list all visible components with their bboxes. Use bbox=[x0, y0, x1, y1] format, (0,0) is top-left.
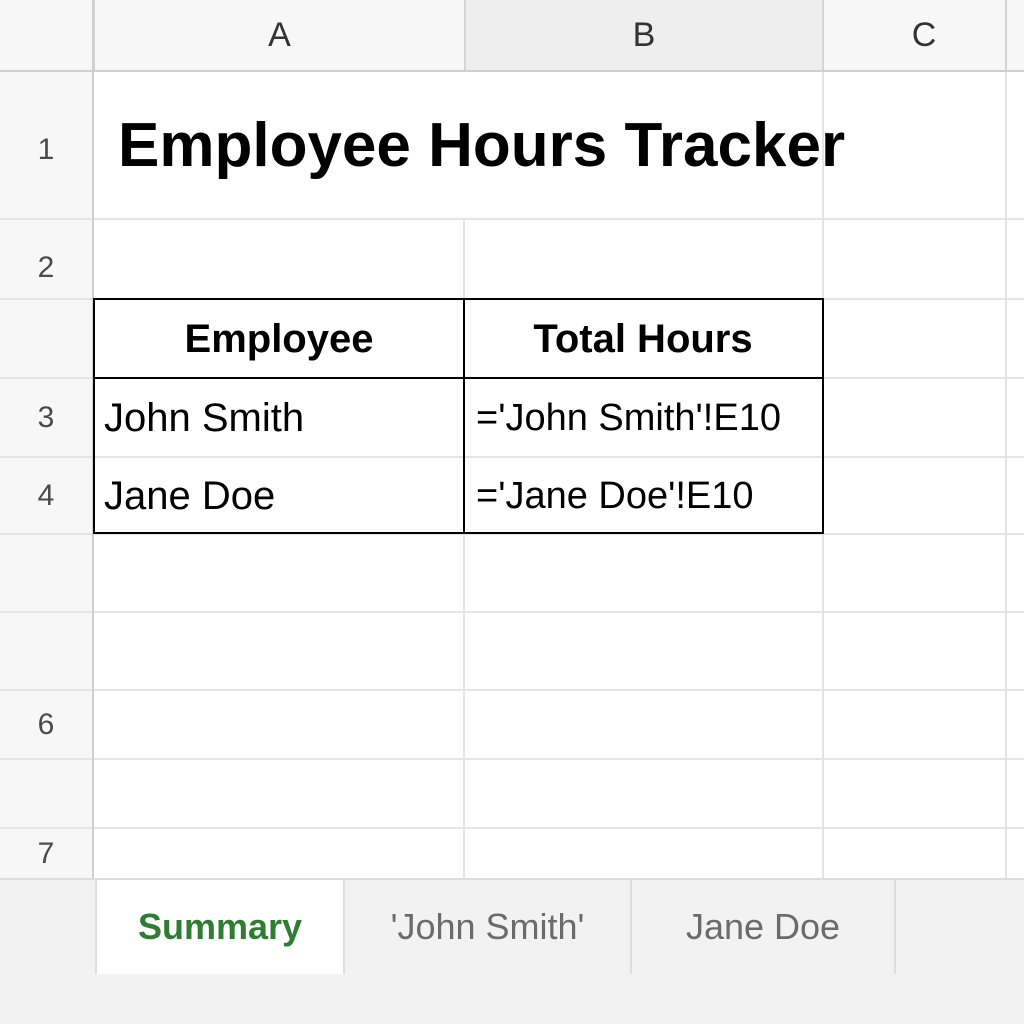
column-header-a[interactable]: A bbox=[93, 0, 464, 71]
grid-line bbox=[0, 218, 1024, 220]
table-border bbox=[93, 298, 95, 534]
spreadsheet: A B C 1 2 3 4 6 7 Employee Hours Tracker… bbox=[0, 0, 1024, 1024]
row-header-7[interactable]: 7 bbox=[0, 828, 92, 880]
sheet-tab-summary[interactable]: Summary bbox=[95, 880, 345, 974]
sheet-tab-jane-doe[interactable]: Jane Doe bbox=[632, 880, 896, 974]
row-header-1[interactable]: 1 bbox=[0, 110, 92, 190]
cell-employee-1[interactable]: John Smith bbox=[104, 380, 459, 457]
column-header-c[interactable]: C bbox=[822, 0, 1024, 71]
row-header-4[interactable]: 4 bbox=[0, 458, 92, 534]
cell-total-hours-1[interactable]: ='John Smith'!E10 bbox=[476, 380, 820, 457]
cell-total-hours-2[interactable]: ='Jane Doe'!E10 bbox=[476, 458, 820, 534]
row-header-6[interactable]: 6 bbox=[0, 690, 92, 760]
grid-line bbox=[0, 827, 1024, 829]
table-border bbox=[463, 298, 465, 534]
column-divider bbox=[1005, 0, 1007, 71]
row-header-3[interactable]: 3 bbox=[0, 380, 92, 456]
cell-employee-2[interactable]: Jane Doe bbox=[104, 458, 459, 534]
header-employee: Employee bbox=[184, 316, 374, 361]
table-border bbox=[93, 298, 824, 300]
grid-line bbox=[1005, 72, 1007, 878]
grid-line bbox=[0, 611, 1024, 613]
sheet-tab-john-smith[interactable]: 'John Smith' bbox=[345, 880, 632, 974]
table-border bbox=[93, 377, 824, 379]
row-header-2[interactable]: 2 bbox=[0, 230, 92, 306]
grid-line bbox=[0, 758, 1024, 760]
select-all-corner[interactable] bbox=[0, 0, 93, 71]
table-border bbox=[822, 298, 824, 534]
header-divider bbox=[0, 70, 1024, 72]
sheet-title[interactable]: Employee Hours Tracker bbox=[118, 100, 845, 190]
grid-line bbox=[0, 689, 1024, 691]
column-header-b[interactable]: B bbox=[464, 0, 822, 71]
header-total-hours: Total Hours bbox=[533, 316, 753, 361]
table-border bbox=[93, 532, 824, 534]
